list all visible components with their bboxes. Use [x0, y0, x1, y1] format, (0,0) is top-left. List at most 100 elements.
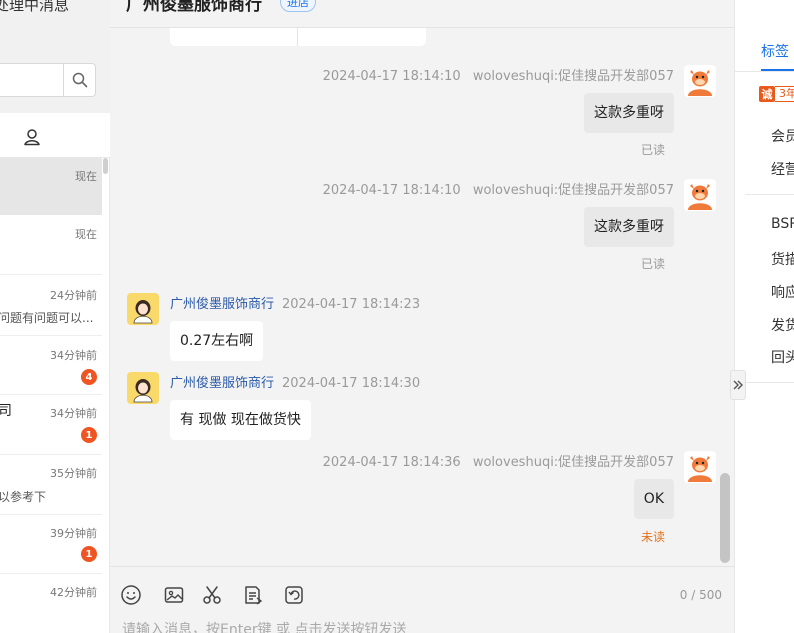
conversation-item[interactable]: 34分钟前 司 1 [0, 396, 102, 455]
section-divider [745, 382, 794, 383]
conversation-item[interactable]: 现在 [0, 216, 102, 275]
message-composer: 0 / 500 [110, 566, 734, 633]
section-divider [745, 194, 794, 195]
message-meta: 广州俊墨服饰商行 2024-04-17 18:14:30 [170, 372, 420, 391]
character-count: 0 / 500 [679, 588, 722, 602]
message-timestamp: 2024-04-17 18:14:36 [322, 455, 461, 470]
conversation-item[interactable]: 39分钟前 1 [0, 516, 102, 574]
message-timestamp: 2024-04-17 18:14:23 [282, 297, 421, 312]
conversation-snippet: 问题有问题可以... [0, 311, 94, 325]
info-label: 发货 [771, 318, 794, 334]
message-meta: 2024-04-17 18:14:36 woloveshuqi:促佳搜品开发部0… [323, 451, 674, 470]
conversation-snippet: 以参考下 [0, 490, 47, 504]
message-bubble[interactable]: 有 现做 现在做货快 [170, 400, 311, 440]
user-icon[interactable] [22, 127, 42, 147]
message-bubble[interactable]: 这款多重呀 [584, 207, 674, 247]
rotate-icon[interactable] [283, 584, 305, 606]
message-sender: 广州俊墨服饰商行 [170, 297, 275, 312]
search-icon [72, 72, 87, 88]
message-sender: woloveshuqi:促佳搜品开发部057 [472, 183, 674, 198]
message-timestamp: 2024-04-17 18:14:30 [282, 376, 421, 391]
conversation-item[interactable]: 24分钟前 问题有问题可以... [0, 276, 102, 336]
tabs-divider [735, 71, 794, 72]
double-chevron-right-icon [733, 380, 743, 390]
info-label: BSR [771, 216, 794, 232]
conversation-item[interactable]: 34分钟前 4 [0, 337, 102, 395]
chat-workbench: 处理中消息 现在 现在 24分钟前 问题有问题可以... 34分钟前 4 34分… [0, 0, 794, 633]
chat-title: 广州俊墨服饰商行 [126, 0, 262, 15]
integrity-badge: 诚 3年 [759, 86, 794, 102]
search-button[interactable] [63, 64, 95, 96]
read-status: 已读 [640, 257, 665, 271]
conversation-list-scrollbar[interactable] [103, 158, 108, 174]
message-timestamp: 2024-04-17 18:14:10 [322, 183, 461, 198]
info-label: 货描 [771, 252, 794, 268]
integrity-years: 3年 [775, 86, 794, 102]
conversation-panel-title: 处理中消息 [0, 0, 70, 14]
conversation-time: 现在 [75, 170, 97, 183]
conversation-time: 现在 [75, 228, 97, 241]
conversation-time: 34分钟前 [50, 407, 97, 420]
message-sender: woloveshuqi:促佳搜品开发部057 [472, 69, 674, 84]
seller-avatar[interactable] [684, 451, 716, 483]
info-label: 经营 [771, 162, 794, 178]
cow-avatar-icon [684, 179, 716, 211]
conversation-time: 39分钟前 [50, 527, 97, 540]
conversation-time: 42分钟前 [50, 586, 97, 599]
unread-badge: 4 [81, 369, 97, 385]
contact-tabs [0, 113, 110, 158]
collapse-panel-button[interactable] [730, 370, 746, 400]
customer-avatar[interactable] [127, 372, 159, 404]
girl-avatar-icon [127, 293, 159, 325]
conversation-item[interactable]: 35分钟前 以参考下 [0, 456, 102, 515]
message-bubble[interactable]: 这款多重呀 [584, 93, 674, 133]
message-list: 2024-04-17 18:14:10 woloveshuqi:促佳搜品开发部0… [110, 28, 734, 566]
girl-avatar-icon [127, 372, 159, 404]
customer-avatar[interactable] [127, 293, 159, 325]
conversation-time: 35分钟前 [50, 467, 97, 480]
image-icon[interactable] [163, 584, 185, 606]
emoji-icon[interactable] [120, 584, 142, 606]
message-bubble[interactable]: OK [633, 479, 674, 519]
cow-avatar-icon [684, 65, 716, 97]
seller-avatar[interactable] [684, 179, 716, 211]
read-status: 已读 [640, 143, 665, 157]
card-divider [297, 28, 298, 46]
scissors-icon[interactable] [201, 584, 223, 606]
document-icon[interactable] [242, 584, 264, 606]
conversation-time: 34分钟前 [50, 349, 97, 362]
info-label: 响应 [771, 285, 794, 301]
message-meta: 2024-04-17 18:14:10 woloveshuqi:促佳搜品开发部0… [323, 179, 674, 198]
chat-header: 广州俊墨服饰商行 进店 [110, 0, 734, 28]
message-meta: 2024-04-17 18:14:10 woloveshuqi:促佳搜品开发部0… [323, 65, 674, 84]
conversation-item[interactable]: 现在 [0, 158, 102, 215]
conversation-time: 24分钟前 [50, 289, 97, 302]
chat-status-tag[interactable]: 进店 [280, 0, 316, 12]
message-timestamp: 2024-04-17 18:14:10 [322, 69, 461, 84]
read-status: 未读 [640, 530, 665, 544]
info-label: 回头 [771, 350, 794, 366]
conversation-name: 司 [0, 403, 12, 419]
search-box [0, 63, 96, 97]
conversation-list: 现在 现在 24分钟前 问题有问题可以... 34分钟前 4 34分钟前 司 1… [0, 158, 110, 633]
conversation-panel-header: 处理中消息 [0, 0, 110, 113]
message-meta: 广州俊墨服饰商行 2024-04-17 18:14:23 [170, 293, 420, 312]
cheng-icon: 诚 [759, 86, 775, 102]
message-sender: 广州俊墨服饰商行 [170, 376, 275, 391]
customer-info-panel: 标签 诚 3年 会员 经营 BSR 货描 响应 发货 回头 [734, 0, 794, 633]
product-card[interactable] [170, 28, 426, 46]
chat-panel: 广州俊墨服饰商行 进店 2024-04-17 18:14:10 wolovesh… [110, 0, 734, 633]
message-input[interactable] [122, 619, 682, 633]
cow-avatar-icon [684, 451, 716, 483]
message-list-scrollbar[interactable] [720, 473, 730, 563]
conversation-item[interactable]: 42分钟前 [0, 575, 102, 633]
unread-badge: 1 [81, 427, 97, 443]
tab-tags[interactable]: 标签 [761, 41, 789, 61]
search-input[interactable] [0, 64, 63, 96]
seller-avatar[interactable] [684, 65, 716, 97]
info-label: 会员 [771, 129, 794, 145]
message-sender: woloveshuqi:促佳搜品开发部057 [472, 455, 674, 470]
unread-badge: 1 [81, 546, 97, 562]
conversation-panel: 处理中消息 现在 现在 24分钟前 问题有问题可以... 34分钟前 4 34分… [0, 0, 110, 633]
message-bubble[interactable]: 0.27左右啊 [170, 321, 264, 361]
